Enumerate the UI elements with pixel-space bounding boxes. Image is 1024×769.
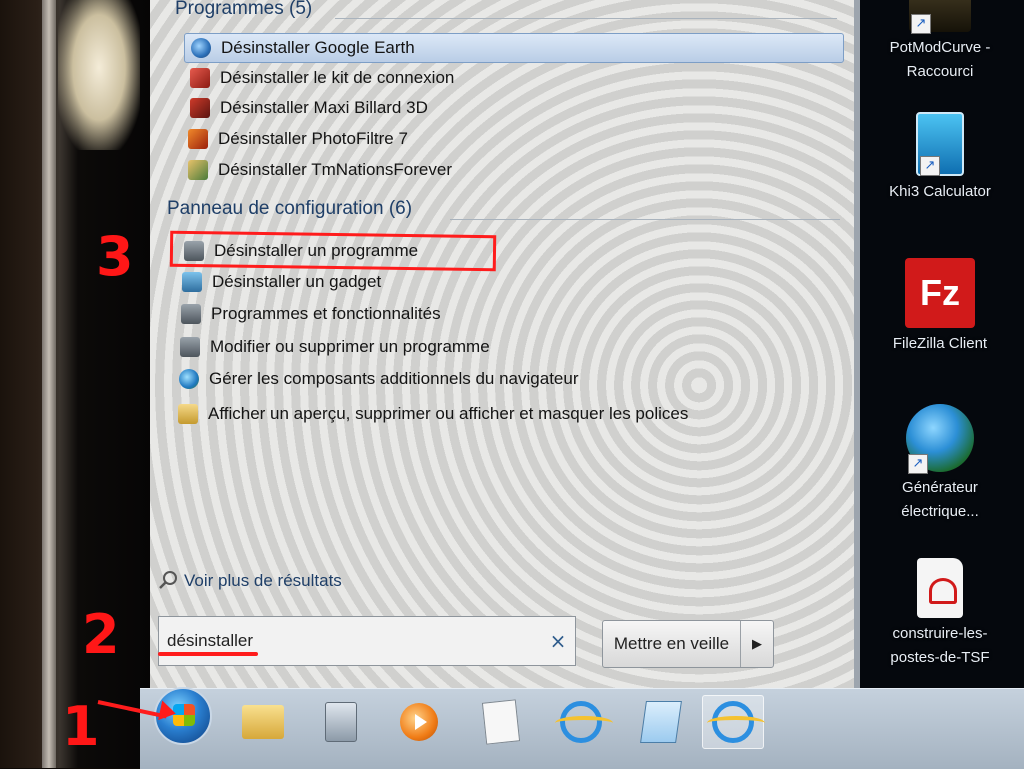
pdf-icon bbox=[917, 558, 963, 618]
internet-explorer-icon bbox=[707, 701, 765, 743]
taskbar-calculator-button[interactable] bbox=[310, 695, 372, 749]
see-more-results-link[interactable]: Voir plus de résultats bbox=[158, 570, 342, 592]
underline-step2 bbox=[158, 652, 258, 656]
section-divider bbox=[335, 18, 837, 19]
play-icon bbox=[415, 714, 427, 730]
wordpad-icon bbox=[481, 699, 521, 745]
calculator-icon: ↗ bbox=[916, 112, 964, 176]
program-item-label: Désinstaller TmNationsForever bbox=[218, 160, 452, 179]
clear-search-icon[interactable]: × bbox=[541, 629, 575, 653]
desktop-icon-generateur[interactable]: ↗ Générateur électrique... bbox=[875, 404, 1005, 524]
taskbar-internet-explorer-button[interactable] bbox=[550, 695, 613, 749]
program-item-google-earth[interactable]: Désinstaller Google Earth bbox=[184, 33, 844, 63]
control-panel-item-label: Programmes et fonctionnalités bbox=[211, 304, 441, 323]
annotation-step-2: 2 bbox=[82, 603, 120, 666]
internet-options-icon bbox=[179, 369, 199, 389]
google-earth-icon bbox=[191, 38, 211, 58]
control-panel-section-title: Panneau de configuration (6) bbox=[167, 198, 413, 219]
control-panel-item-label: Désinstaller un gadget bbox=[212, 272, 382, 291]
control-panel-item-polices[interactable]: Afficher un aperçu, supprimer ou affiche… bbox=[178, 399, 688, 429]
search-input[interactable] bbox=[159, 630, 541, 652]
program-item-label: Désinstaller Maxi Billard 3D bbox=[220, 98, 428, 117]
annotation-step-1: 1 bbox=[62, 695, 100, 758]
desktop-icon-label: Générateur électrique... bbox=[901, 479, 979, 520]
desktop-icon-pdf[interactable]: construire-les-postes-de-TSF bbox=[875, 558, 1005, 670]
control-panel-item-programmes-fonctionnalites[interactable]: Programmes et fonctionnalités bbox=[181, 299, 441, 329]
folder-icon bbox=[242, 705, 284, 739]
control-panel-item-modifier-supprimer[interactable]: Modifier ou supprimer un programme bbox=[180, 332, 490, 362]
globe-icon: ↗ bbox=[906, 404, 974, 474]
control-panel-item-label: Afficher un aperçu, supprimer ou affiche… bbox=[208, 404, 689, 423]
internet-explorer-icon bbox=[555, 701, 613, 743]
see-more-results-label: Voir plus de résultats bbox=[184, 571, 342, 590]
desktop-icon-label: FileZilla Client bbox=[892, 335, 988, 352]
desktop-icon-label: Khi3 Calculator bbox=[889, 183, 991, 200]
start-search-box[interactable]: × bbox=[158, 616, 576, 666]
lamp-reflection bbox=[58, 0, 140, 150]
notepad-icon bbox=[640, 701, 682, 743]
control-panel-item-composants-navigateur[interactable]: Gérer les composants additionnels du nav… bbox=[179, 364, 579, 394]
taskbar-explorer-button[interactable] bbox=[232, 695, 294, 749]
uninstall-icon bbox=[190, 68, 210, 88]
section-divider bbox=[450, 219, 840, 220]
control-panel-item-desinstaller-gadget[interactable]: Désinstaller un gadget bbox=[182, 267, 381, 297]
fonts-icon bbox=[178, 404, 198, 424]
sleep-button-group: Mettre en veille ▶ bbox=[602, 620, 774, 668]
power-options-arrow-icon[interactable]: ▶ bbox=[741, 621, 773, 667]
shortcut-arrow-icon: ↗ bbox=[920, 156, 940, 176]
highlight-box-step3 bbox=[169, 230, 497, 272]
desktop-icon-label: construire-les-postes-de-TSF bbox=[890, 625, 990, 666]
shortcut-arrow-icon: ↗ bbox=[908, 454, 928, 474]
installer-icon bbox=[188, 160, 208, 180]
program-item-tmnations[interactable]: Désinstaller TmNationsForever bbox=[188, 155, 452, 185]
acrobat-mark-icon bbox=[929, 578, 957, 604]
desktop: ↗ PotModCurve - Raccourci ↗ Khi3 Calcula… bbox=[855, 0, 1024, 688]
program-item-label: Désinstaller le kit de connexion bbox=[220, 68, 455, 87]
program-item-label: Désinstaller Google Earth bbox=[221, 38, 415, 57]
taskbar-internet-explorer-active-button[interactable] bbox=[702, 695, 765, 749]
desktop-icon-khi3-calculator[interactable]: ↗ Khi3 Calculator bbox=[875, 112, 1005, 204]
program-item-kit-connexion[interactable]: Désinstaller le kit de connexion bbox=[190, 63, 454, 93]
desktop-icon-label: PotModCurve - Raccourci bbox=[889, 39, 991, 80]
program-item-photofiltre[interactable]: Désinstaller PhotoFiltre 7 bbox=[188, 124, 408, 154]
potmodcurve-icon: ↗ bbox=[909, 0, 971, 34]
taskbar-notepad-button[interactable] bbox=[630, 695, 692, 749]
magnifier-icon bbox=[158, 570, 180, 592]
program-item-label: Désinstaller PhotoFiltre 7 bbox=[218, 129, 408, 148]
desktop-icon-filezilla[interactable]: Fz FileZilla Client bbox=[875, 258, 1005, 356]
programs-icon bbox=[181, 304, 201, 324]
programs-section-title: Programmes (5) bbox=[175, 0, 313, 19]
taskbar-wordpad-button[interactable] bbox=[470, 695, 532, 749]
ie-ring-icon bbox=[555, 716, 613, 730]
desktop-icon-potmodcurve[interactable]: ↗ PotModCurve - Raccourci bbox=[875, 0, 1005, 84]
gadget-icon bbox=[182, 272, 202, 292]
calculator-icon bbox=[325, 702, 357, 742]
programs-icon bbox=[180, 337, 200, 357]
photofiltre-icon bbox=[188, 129, 208, 149]
taskbar-media-player-button[interactable] bbox=[388, 695, 450, 749]
media-player-icon bbox=[400, 703, 438, 741]
ie-ring-icon bbox=[707, 716, 765, 730]
control-panel-item-label: Gérer les composants additionnels du nav… bbox=[209, 369, 579, 388]
taskbar bbox=[140, 687, 1024, 769]
program-item-maxi-billard[interactable]: Désinstaller Maxi Billard 3D bbox=[190, 93, 428, 123]
annotation-step-3: 3 bbox=[96, 225, 134, 288]
shortcut-arrow-icon: ↗ bbox=[911, 14, 931, 34]
billiard-icon bbox=[190, 98, 210, 118]
screen-frame-edge bbox=[42, 0, 56, 768]
control-panel-item-label: Modifier ou supprimer un programme bbox=[210, 337, 490, 356]
filezilla-icon: Fz bbox=[905, 258, 975, 328]
sleep-button[interactable]: Mettre en veille bbox=[603, 621, 741, 667]
